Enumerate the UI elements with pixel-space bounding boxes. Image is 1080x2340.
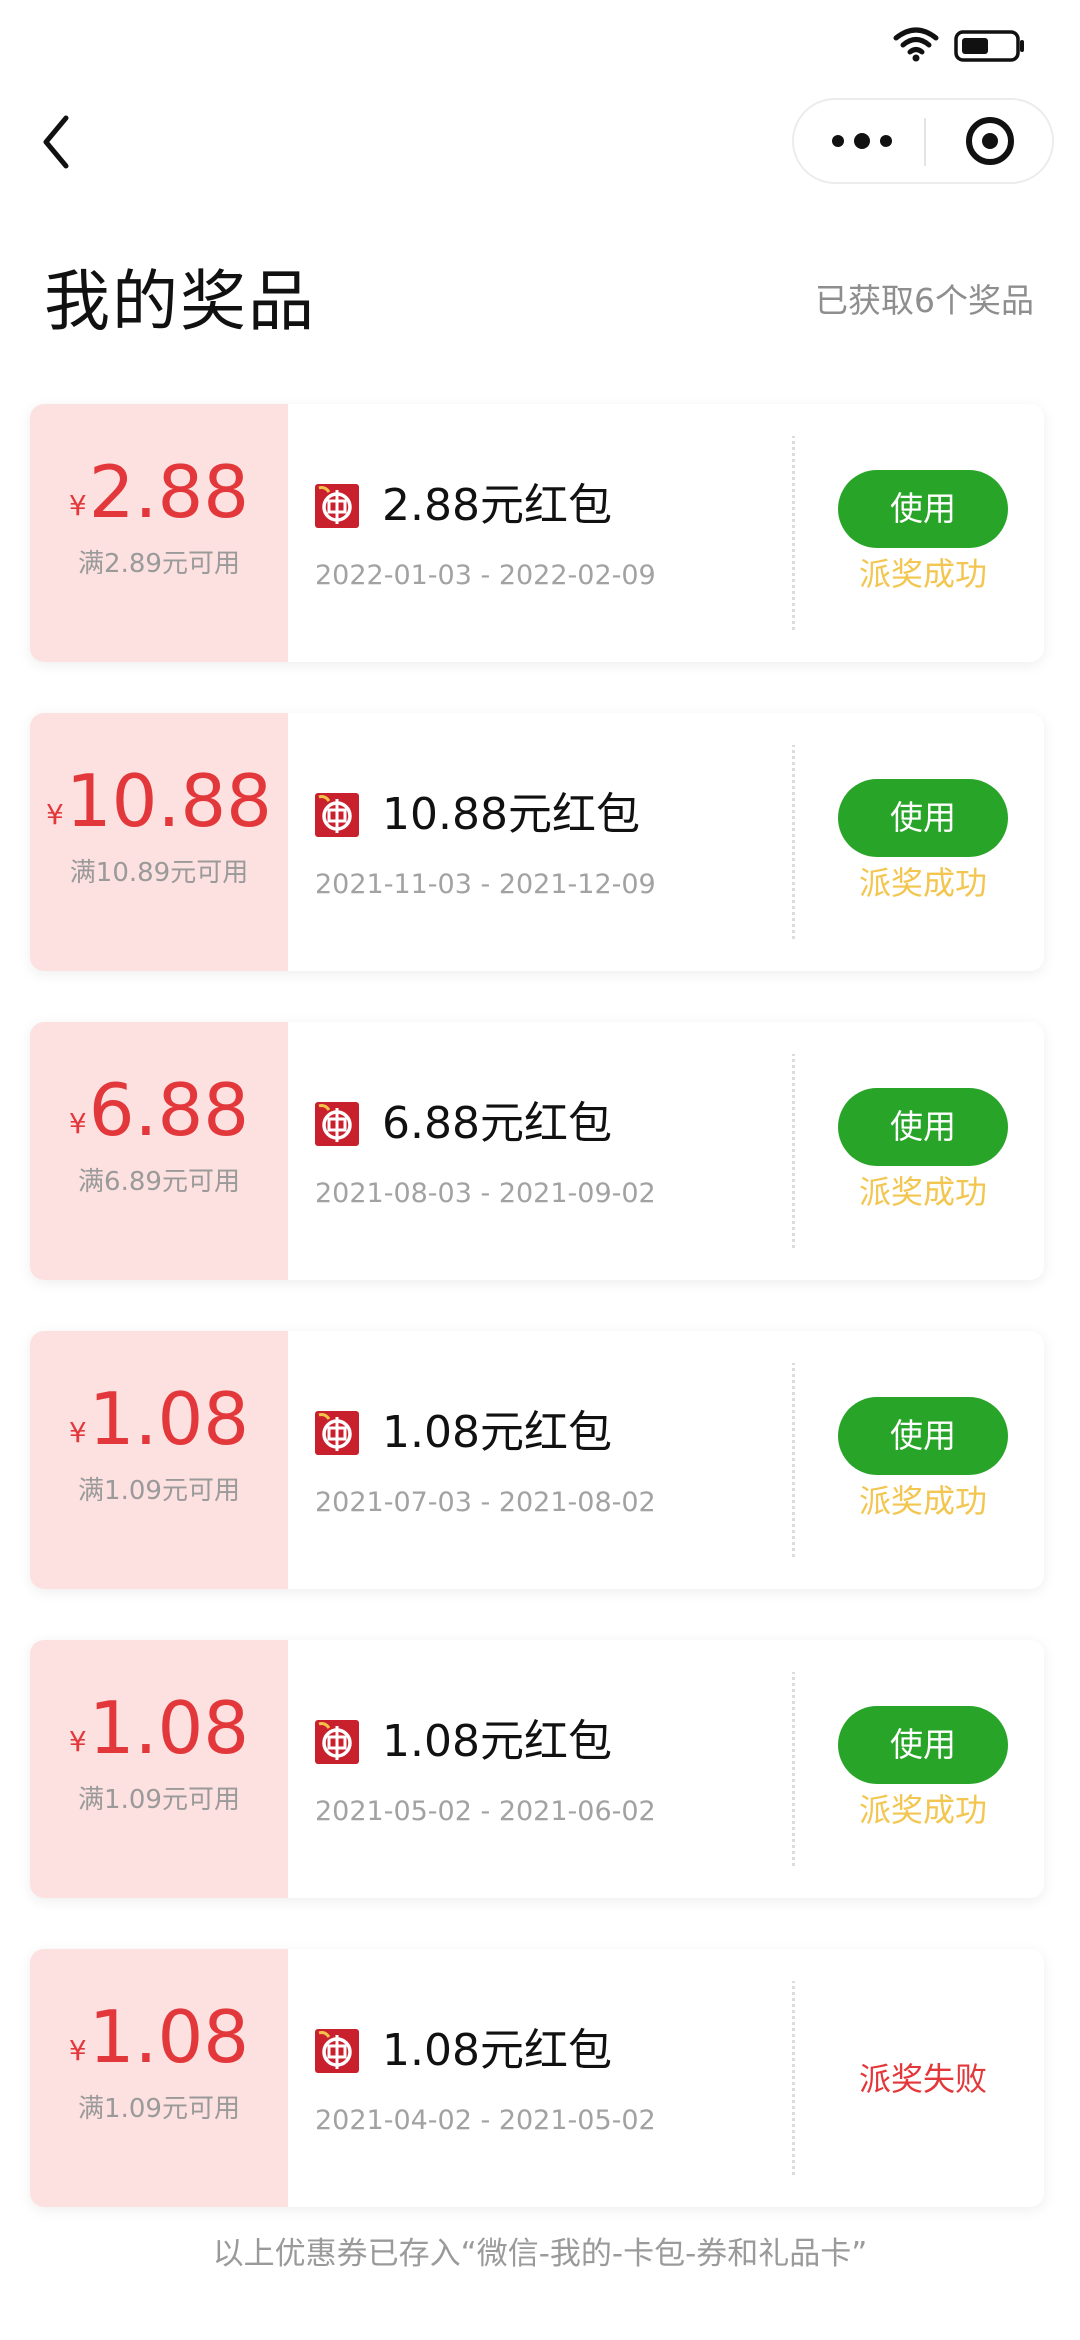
card-title: 6.88元红包 bbox=[382, 1098, 612, 1149]
min-spend-condition: 满1.09元可用 bbox=[78, 1785, 240, 1815]
footer-note: 以上优惠券已存入“微信-我的-卡包-券和礼品卡” bbox=[212, 2236, 868, 2272]
use-button[interactable]: 使用 bbox=[838, 1706, 1008, 1784]
card-title: 10.88元红包 bbox=[382, 789, 640, 840]
award-status: 派奖失败 bbox=[858, 2060, 987, 2098]
currency-symbol: ¥ bbox=[68, 1725, 87, 1758]
use-button[interactable]: 使用 bbox=[838, 1397, 1008, 1475]
back-button[interactable] bbox=[36, 112, 84, 172]
ticket-notch bbox=[762, 2175, 824, 2207]
ticket-notch bbox=[762, 404, 824, 436]
award-status: 派奖成功 bbox=[858, 555, 987, 593]
coupon-amount-panel: ¥1.08 满1.09元可用 bbox=[30, 1949, 288, 2207]
prize-card: ¥2.88 满2.89元可用 2.88元红包 2022-01-03 - 2022… bbox=[30, 404, 1044, 662]
ticket-notch bbox=[762, 1022, 824, 1054]
min-spend-condition: 满1.09元可用 bbox=[78, 1476, 240, 1506]
prize-card: ¥1.08 满1.09元可用 1.08元红包 2021-05-02 - 2021… bbox=[30, 1640, 1044, 1898]
ticket-perforation bbox=[792, 1046, 795, 1256]
battery-icon bbox=[954, 30, 1024, 62]
coupon-amount: ¥1.08 bbox=[30, 1684, 288, 1772]
award-status: 派奖成功 bbox=[858, 1791, 987, 1829]
bank-of-china-logo-icon bbox=[315, 2029, 359, 2073]
mini-program-capsule bbox=[792, 98, 1054, 184]
prize-card: ¥1.08 满1.09元可用 1.08元红包 2021-07-03 - 2021… bbox=[30, 1331, 1044, 1589]
chevron-left-icon bbox=[43, 115, 69, 169]
ticket-notch bbox=[762, 1557, 824, 1589]
validity-period: 2022-01-03 - 2022-02-09 bbox=[315, 560, 656, 591]
coupon-amount-panel: ¥6.88 满6.89元可用 bbox=[30, 1022, 288, 1280]
coupon-amount: ¥10.88 bbox=[30, 757, 288, 845]
ticket-notch bbox=[762, 630, 824, 662]
ticket-notch bbox=[762, 1248, 824, 1280]
ticket-perforation bbox=[792, 1355, 795, 1565]
validity-period: 2021-07-03 - 2021-08-02 bbox=[315, 1487, 656, 1518]
ticket-perforation bbox=[792, 428, 795, 638]
ticket-notch bbox=[762, 713, 824, 745]
amount-value: 1.08 bbox=[88, 1377, 250, 1461]
card-title: 1.08元红包 bbox=[382, 1407, 612, 1458]
bank-of-china-logo-icon bbox=[315, 1411, 359, 1455]
page-title: 我的奖品 bbox=[44, 263, 316, 340]
coupon-amount: ¥2.88 bbox=[30, 448, 288, 536]
bank-of-china-logo-icon bbox=[315, 484, 359, 528]
amount-value: 1.08 bbox=[88, 1686, 250, 1770]
min-spend-condition: 满1.09元可用 bbox=[78, 2094, 240, 2124]
bank-of-china-logo-icon bbox=[315, 1102, 359, 1146]
more-button[interactable] bbox=[804, 100, 922, 182]
capsule-divider bbox=[924, 118, 926, 166]
ticket-notch bbox=[762, 1331, 824, 1363]
award-status: 派奖成功 bbox=[858, 864, 987, 902]
ticket-notch bbox=[762, 939, 824, 971]
validity-period: 2021-05-02 - 2021-06-02 bbox=[315, 1796, 656, 1827]
bank-of-china-logo-icon bbox=[315, 1720, 359, 1764]
currency-symbol: ¥ bbox=[46, 798, 64, 831]
prize-count: 已获取6个奖品 bbox=[815, 281, 1034, 320]
wifi-icon bbox=[893, 27, 939, 62]
close-button[interactable] bbox=[932, 100, 1050, 182]
prize-card: ¥6.88 满6.89元可用 6.88元红包 2021-08-03 - 2021… bbox=[30, 1022, 1044, 1280]
ticket-notch bbox=[762, 1949, 824, 1981]
award-status: 派奖成功 bbox=[858, 1482, 987, 1520]
bank-of-china-logo-icon bbox=[315, 793, 359, 837]
ticket-perforation bbox=[792, 1664, 795, 1874]
currency-symbol: ¥ bbox=[68, 1416, 87, 1449]
ticket-perforation bbox=[792, 737, 795, 947]
ticket-perforation bbox=[792, 1973, 795, 2183]
amount-value: 2.88 bbox=[88, 450, 250, 534]
currency-symbol: ¥ bbox=[68, 489, 87, 522]
card-title: 1.08元红包 bbox=[382, 1716, 612, 1767]
target-circle-icon bbox=[966, 117, 1014, 165]
coupon-amount: ¥1.08 bbox=[30, 1375, 288, 1463]
min-spend-condition: 满10.89元可用 bbox=[69, 858, 249, 888]
currency-symbol: ¥ bbox=[68, 2034, 87, 2067]
validity-period: 2021-04-02 - 2021-05-02 bbox=[315, 2105, 656, 2136]
validity-period: 2021-08-03 - 2021-09-02 bbox=[315, 1178, 656, 1209]
ticket-notch bbox=[762, 1866, 824, 1898]
prize-card: ¥1.08 满1.09元可用 1.08元红包 2021-04-02 - 2021… bbox=[30, 1949, 1044, 2207]
validity-period: 2021-11-03 - 2021-12-09 bbox=[315, 869, 656, 900]
coupon-amount-panel: ¥2.88 满2.89元可用 bbox=[30, 404, 288, 662]
ticket-notch bbox=[762, 1640, 824, 1672]
coupon-amount: ¥6.88 bbox=[30, 1066, 288, 1154]
amount-value: 1.08 bbox=[88, 1995, 250, 2079]
currency-symbol: ¥ bbox=[68, 1107, 87, 1140]
card-title: 1.08元红包 bbox=[382, 2025, 612, 2076]
coupon-amount-panel: ¥1.08 满1.09元可用 bbox=[30, 1331, 288, 1589]
prize-card: ¥10.88 满10.89元可用 10.88元红包 2021-11-03 - 2… bbox=[30, 713, 1044, 971]
use-button[interactable]: 使用 bbox=[838, 779, 1008, 857]
use-button[interactable]: 使用 bbox=[838, 470, 1008, 548]
use-button[interactable]: 使用 bbox=[838, 1088, 1008, 1166]
award-status: 派奖成功 bbox=[858, 1173, 987, 1211]
min-spend-condition: 满6.89元可用 bbox=[78, 1167, 240, 1197]
amount-value: 6.88 bbox=[88, 1068, 250, 1152]
coupon-amount: ¥1.08 bbox=[30, 1993, 288, 2081]
min-spend-condition: 满2.89元可用 bbox=[78, 549, 240, 579]
coupon-amount-panel: ¥1.08 满1.09元可用 bbox=[30, 1640, 288, 1898]
amount-value: 10.88 bbox=[65, 759, 272, 843]
coupon-amount-panel: ¥10.88 满10.89元可用 bbox=[30, 713, 288, 971]
card-title: 2.88元红包 bbox=[382, 480, 612, 531]
